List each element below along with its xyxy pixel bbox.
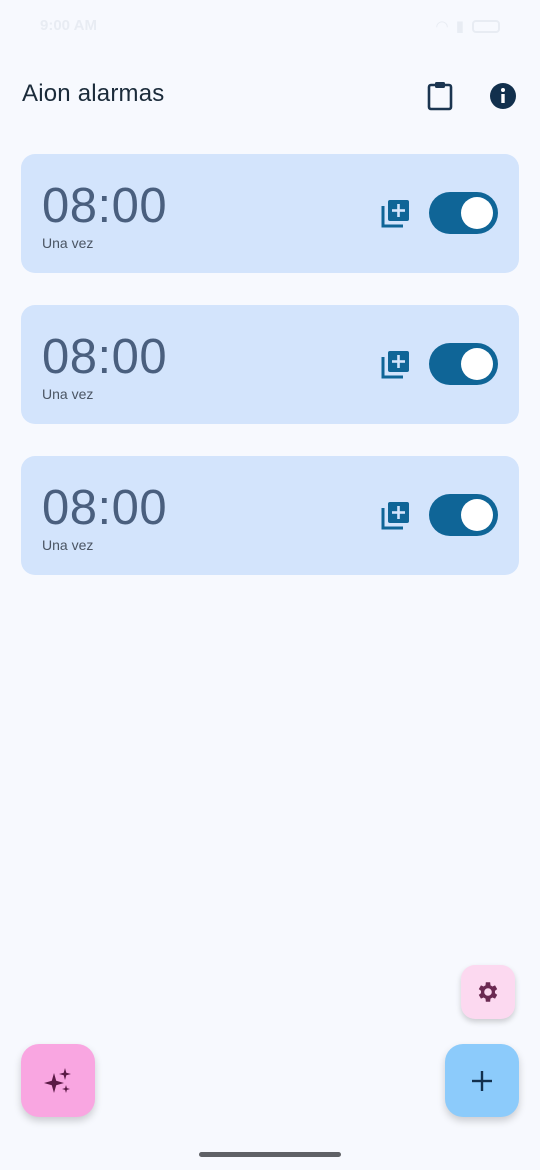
library-add-icon bbox=[381, 200, 409, 228]
magic-button[interactable] bbox=[21, 1044, 95, 1117]
alarm-toggle[interactable] bbox=[429, 494, 498, 536]
duplicate-alarm-button[interactable] bbox=[381, 349, 415, 383]
settings-button[interactable] bbox=[461, 965, 515, 1019]
toggle-knob bbox=[461, 197, 493, 229]
add-alarm-button[interactable] bbox=[445, 1044, 519, 1117]
info-icon bbox=[490, 83, 516, 109]
plus-icon bbox=[472, 1070, 492, 1091]
alarm-list: 08:00 Una vez 08:00 Una vez 08:00 Una ve… bbox=[21, 154, 519, 607]
alarm-toggle[interactable] bbox=[429, 343, 498, 385]
sparkles-icon bbox=[44, 1067, 71, 1093]
home-indicator[interactable] bbox=[199, 1152, 341, 1157]
app-screen: 9:00 AM ◠ ▮ Aion alarmas 08:00 Una vez 0… bbox=[0, 0, 540, 1170]
alarm-repeat-label: Una vez bbox=[42, 537, 94, 553]
status-time: 9:00 AM bbox=[40, 17, 97, 34]
alarm-toggle[interactable] bbox=[429, 192, 498, 234]
alarm-time[interactable]: 08:00 bbox=[42, 178, 167, 234]
alarm-time[interactable]: 08:00 bbox=[42, 329, 167, 385]
alarm-card[interactable]: 08:00 Una vez bbox=[21, 154, 519, 273]
duplicate-alarm-button[interactable] bbox=[381, 500, 415, 534]
alarm-repeat-label: Una vez bbox=[42, 386, 94, 402]
signal-icon: ▮ bbox=[455, 18, 464, 35]
info-button[interactable] bbox=[481, 74, 525, 118]
alarm-card[interactable]: 08:00 Una vez bbox=[21, 305, 519, 424]
toggle-knob bbox=[461, 499, 493, 531]
alarm-repeat-label: Una vez bbox=[42, 235, 94, 251]
status-icons: ◠ ▮ bbox=[436, 17, 500, 35]
library-add-icon bbox=[381, 502, 409, 530]
duplicate-alarm-button[interactable] bbox=[381, 198, 415, 232]
wifi-icon: ◠ bbox=[436, 18, 448, 35]
alarm-time[interactable]: 08:00 bbox=[42, 480, 167, 536]
clipboard-icon bbox=[427, 82, 453, 111]
battery-icon bbox=[472, 19, 500, 33]
status-bar: 9:00 AM ◠ ▮ bbox=[0, 0, 540, 52]
clipboard-button[interactable] bbox=[418, 74, 462, 118]
gear-icon bbox=[478, 982, 498, 1002]
page-title: Aion alarmas bbox=[22, 80, 165, 107]
library-add-icon bbox=[381, 351, 409, 379]
toggle-knob bbox=[461, 348, 493, 380]
alarm-card[interactable]: 08:00 Una vez bbox=[21, 456, 519, 575]
